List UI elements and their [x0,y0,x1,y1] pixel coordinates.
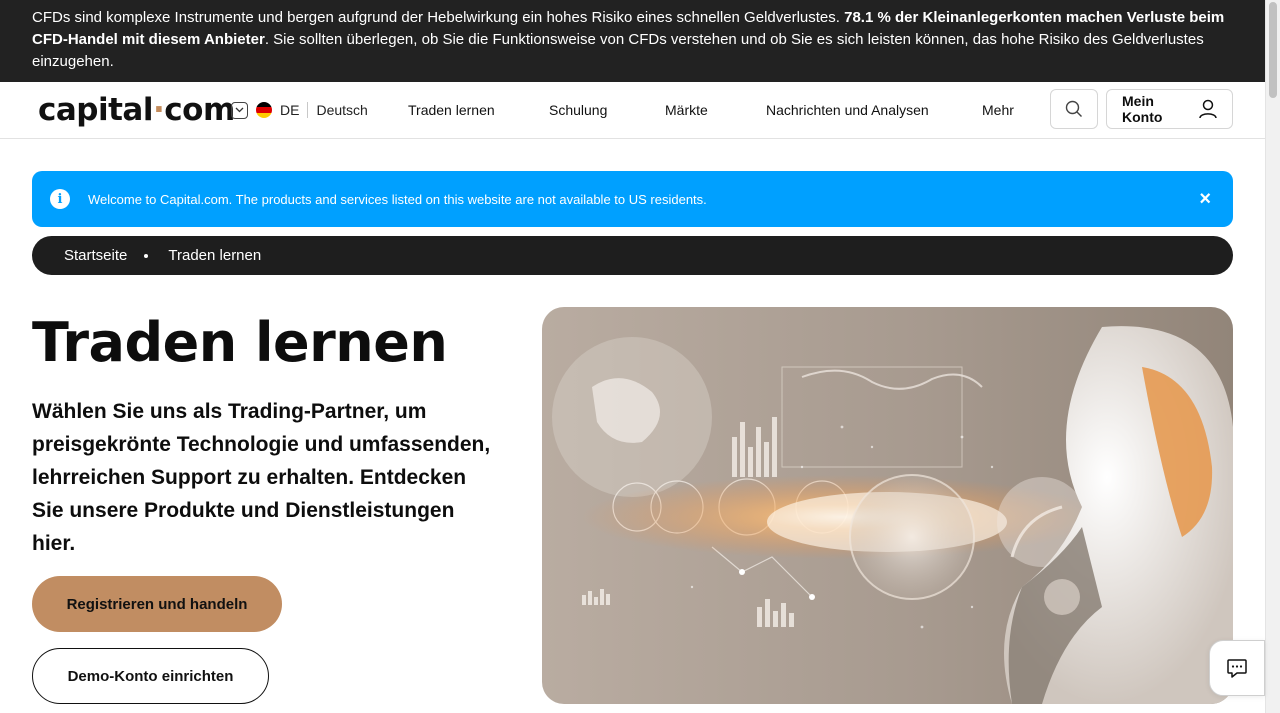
info-icon: i [50,189,70,209]
site-header: capital·com DE Deutsch Traden lernen Sch… [0,82,1265,139]
register-and-trade-button[interactable]: Registrieren und handeln [32,576,282,632]
demo-account-button[interactable]: Demo-Konto einrichten [32,648,269,704]
language-selector[interactable]: DE Deutsch [231,101,368,119]
breadcrumb-separator [144,253,149,258]
my-account-button[interactable]: Mein Konto [1106,89,1233,129]
breadcrumb-current: Traden lernen [168,247,262,264]
breadcrumb: Startseite Traden lernen [32,236,1233,275]
search-button[interactable] [1050,89,1098,129]
chat-bubble-icon [1227,659,1247,678]
logo-dot: · [152,92,165,128]
chat-button[interactable] [1209,640,1265,696]
risk-warning-banner: CFDs sind komplexe Instrumente und berge… [0,0,1265,82]
nav-schulung[interactable]: Schulung [549,102,607,118]
page-title: Traden lernen [32,311,448,374]
user-icon [1199,99,1217,119]
capital-logo[interactable]: capital·com [38,92,235,128]
risk-text-start: CFDs sind komplexe Instrumente und berge… [32,9,845,26]
language-name: Deutsch [316,102,368,118]
account-label: Mein Konto [1122,93,1163,125]
breadcrumb-home[interactable]: Startseite [64,247,127,264]
germany-flag-icon [256,102,272,118]
logo-text-right: com [164,92,235,128]
language-code: DE [280,102,300,118]
page-scrollbar[interactable] [1265,0,1280,713]
nav-maerkte[interactable]: Märkte [665,102,708,118]
nav-traden-lernen[interactable]: Traden lernen [408,102,495,118]
close-icon[interactable]: × [1199,188,1211,210]
nav-mehr[interactable]: Mehr [982,102,1014,118]
scrollbar-thumb[interactable] [1269,2,1277,98]
logo-text-left: capital [38,92,153,128]
hero-subtitle: Wählen Sie uns als Trading-Partner, um p… [32,400,491,555]
hero-robot-image [542,307,1233,704]
us-residents-notice: i Welcome to Capital.com. The products a… [32,171,1233,227]
nav-nachrichten[interactable]: Nachrichten und Analysen [766,102,929,118]
language-divider [307,102,309,118]
search-icon [1065,100,1082,117]
notice-text: Welcome to Capital.com. The products and… [88,191,707,207]
chevron-down-icon [231,101,248,119]
